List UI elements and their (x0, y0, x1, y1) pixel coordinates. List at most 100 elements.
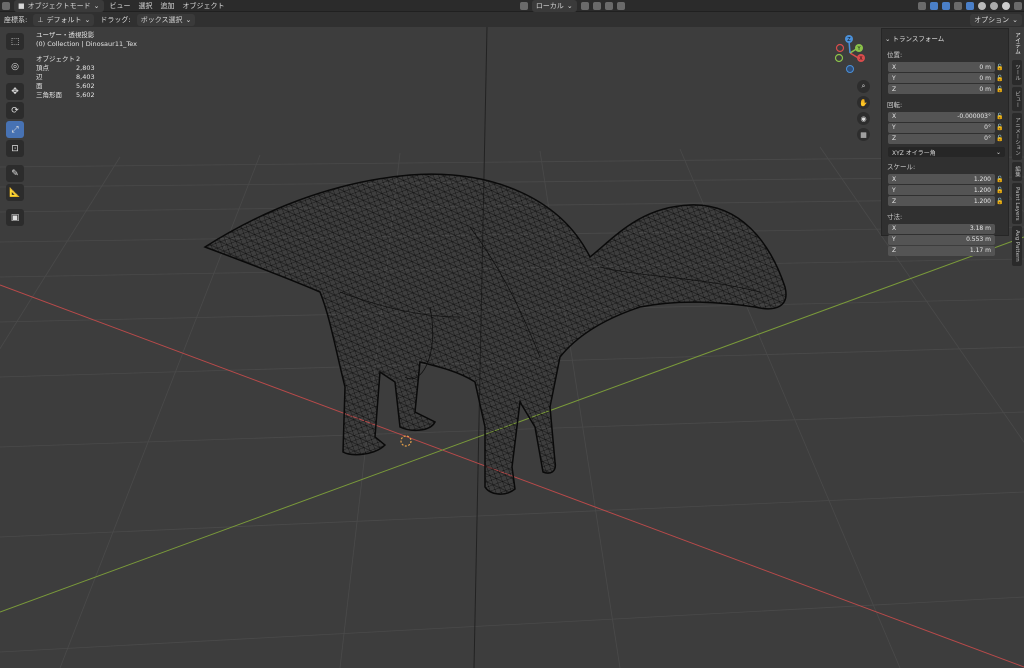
location-y-field[interactable]: Y 0 m (888, 73, 995, 84)
dimensions-y-row: Y 0.553 m (885, 234, 1005, 246)
axes-icon: ⊥ (37, 15, 44, 24)
scale-y-field[interactable]: Y 1.200 (888, 185, 995, 196)
chevron-down-icon: ⌄ (185, 15, 192, 24)
proportional-edit-icon[interactable] (604, 1, 613, 10)
rotation-x-field[interactable]: X -0.000003° (888, 111, 995, 122)
3d-viewport[interactable] (0, 27, 1024, 668)
rotation-mode-value: XYZ オイラー角 (892, 149, 936, 157)
lock-icon[interactable]: 🔓 (995, 113, 1005, 120)
shading-options-icon[interactable] (1014, 1, 1022, 10)
lock-icon[interactable]: 🔓 (995, 64, 1005, 71)
mode-dropdown[interactable]: ■ オブジェクトモード ⌄ (14, 0, 104, 12)
rotate-tool-icon[interactable]: ⟳ (6, 102, 24, 119)
gizmo-icon[interactable] (930, 1, 938, 10)
scale-z-field[interactable]: Z 1.200 (888, 196, 995, 207)
field-value: 1.200 (973, 197, 991, 205)
scale-tool-icon[interactable]: ⤢ (6, 121, 24, 138)
tab-animation[interactable]: アニメーション (1012, 113, 1022, 160)
orientation-dropdown[interactable]: ローカル ⌄ (531, 0, 577, 12)
dimensions-x-field[interactable]: X 3.18 m (888, 223, 995, 234)
annotate-tool-icon[interactable]: ✎ (6, 165, 24, 182)
rotation-mode-select[interactable]: XYZ オイラー角 ⌄ (888, 147, 1005, 157)
tab-item[interactable]: アイテム (1012, 28, 1022, 58)
rotation-y-field[interactable]: Y 0° (888, 122, 995, 133)
lock-icon[interactable]: 🔓 (995, 124, 1005, 131)
drag-value: ボックス選択 (140, 15, 183, 24)
gizmo-z-label: Z (847, 37, 851, 43)
gizmo-neg-x-icon[interactable] (835, 43, 845, 53)
falloff-icon[interactable] (616, 1, 625, 10)
tab-paint-layers[interactable]: Paint Layers (1012, 182, 1022, 225)
tab-view[interactable]: ビュー (1012, 86, 1022, 111)
location-z-field[interactable]: Z 0 m (888, 84, 995, 95)
stat-label: 頂点 (36, 64, 49, 72)
transform-pivot-icon[interactable] (519, 1, 528, 10)
chevron-down-icon: ⌄ (566, 1, 573, 10)
shading-material-icon[interactable] (990, 1, 998, 10)
lock-icon[interactable]: 🔓 (995, 176, 1005, 183)
axis-label: Z (892, 85, 897, 93)
lock-icon[interactable]: 🔓 (995, 187, 1005, 194)
camera-icon[interactable]: ◉ (857, 112, 870, 125)
transform-tool-icon[interactable]: ⊡ (6, 140, 24, 157)
rotation-z-field[interactable]: Z 0° (888, 133, 995, 144)
pan-hand-icon[interactable]: ✋ (857, 96, 870, 109)
stat-value: 5,602 (76, 82, 95, 90)
tab-avg-pattern[interactable]: Avg Pattern (1012, 226, 1022, 266)
gizmo-neg-y-icon[interactable] (834, 53, 844, 63)
select-box-tool-icon[interactable]: ⬚ (6, 33, 24, 50)
lock-icon[interactable]: 🔓 (995, 75, 1005, 82)
tab-tool[interactable]: ツール (1012, 60, 1022, 85)
shading-rendered-icon[interactable] (1002, 1, 1010, 10)
chevron-down-icon: ⌄ (885, 35, 893, 43)
lock-icon[interactable]: 🔓 (995, 135, 1005, 142)
stat-value: 2,803 (76, 64, 95, 72)
zoom-icon[interactable]: ⌕ (857, 80, 870, 93)
panel-header[interactable]: ⌄ トランスフォーム (885, 33, 1005, 43)
chevron-down-icon: ⌄ (995, 148, 1001, 156)
xray-icon[interactable] (954, 1, 962, 10)
grid-ortho-icon[interactable]: ▦ (857, 128, 870, 141)
visibility-icon[interactable] (918, 1, 926, 10)
gizmo-neg-z-icon[interactable] (846, 65, 854, 73)
field-value: -0.000003° (957, 113, 991, 121)
shading-solid-icon[interactable] (978, 1, 986, 10)
lock-icon[interactable]: 🔓 (995, 198, 1005, 205)
field-value: 1.17 m (969, 247, 991, 255)
editor-type-icon[interactable] (2, 1, 10, 10)
navigation-gizmo[interactable]: X Y Z (830, 33, 870, 75)
tab-edit[interactable]: 編集 (1012, 161, 1022, 181)
cursor-tool-icon[interactable]: ◎ (6, 58, 24, 75)
overlay-icon[interactable] (942, 1, 950, 10)
stat-row: 辺 8,403 (36, 73, 137, 82)
lock-icon[interactable]: 🔓 (995, 86, 1005, 93)
options-dropdown[interactable]: オプション ⌄ (970, 13, 1022, 26)
move-tool-icon[interactable]: ✥ (6, 83, 24, 100)
stat-value: 2 (76, 55, 81, 63)
dimensions-y-field[interactable]: Y 0.553 m (888, 234, 995, 245)
field-value: 0 m (979, 85, 991, 93)
rotation-label: 回転: (887, 100, 903, 109)
dimensions-x-row: X 3.18 m (885, 223, 1005, 235)
location-x-field[interactable]: X 0 m (888, 62, 995, 73)
menu-add[interactable]: 追加 (157, 1, 179, 11)
dimensions-z-field[interactable]: Z 1.17 m (888, 245, 995, 256)
drag-dropdown[interactable]: ボックス選択 ⌄ (136, 13, 196, 26)
object-mode-icon: ■ (18, 1, 25, 10)
scale-x-field[interactable]: X 1.200 (888, 174, 995, 185)
location-y-row: Y 0 m 🔓 (885, 73, 1005, 84)
shading-wireframe-icon[interactable] (966, 1, 974, 10)
magnet-icon[interactable] (592, 1, 601, 10)
axis-label: Z (892, 247, 897, 255)
menu-view[interactable]: ビュー (106, 1, 135, 11)
tool-shelf: ⬚ ◎ ✥ ⟳ ⤢ ⊡ ✎ 📐 ▣ (6, 33, 26, 226)
add-cube-tool-icon[interactable]: ▣ (6, 209, 24, 226)
scene-stats: オブジェクト 2 頂点 2,803 辺 8,403 面 5,602 三角形面 5,602 (36, 55, 137, 100)
snap-icon[interactable] (580, 1, 589, 10)
menu-object[interactable]: オブジェクト (179, 1, 229, 11)
measure-tool-icon[interactable]: 📐 (6, 184, 24, 201)
stat-value: 5,602 (76, 91, 95, 99)
chevron-down-icon: ⌄ (1012, 15, 1018, 24)
orientation-default-dropdown[interactable]: ⊥ デフォルト ⌄ (33, 13, 95, 26)
menu-select[interactable]: 選択 (135, 1, 157, 11)
